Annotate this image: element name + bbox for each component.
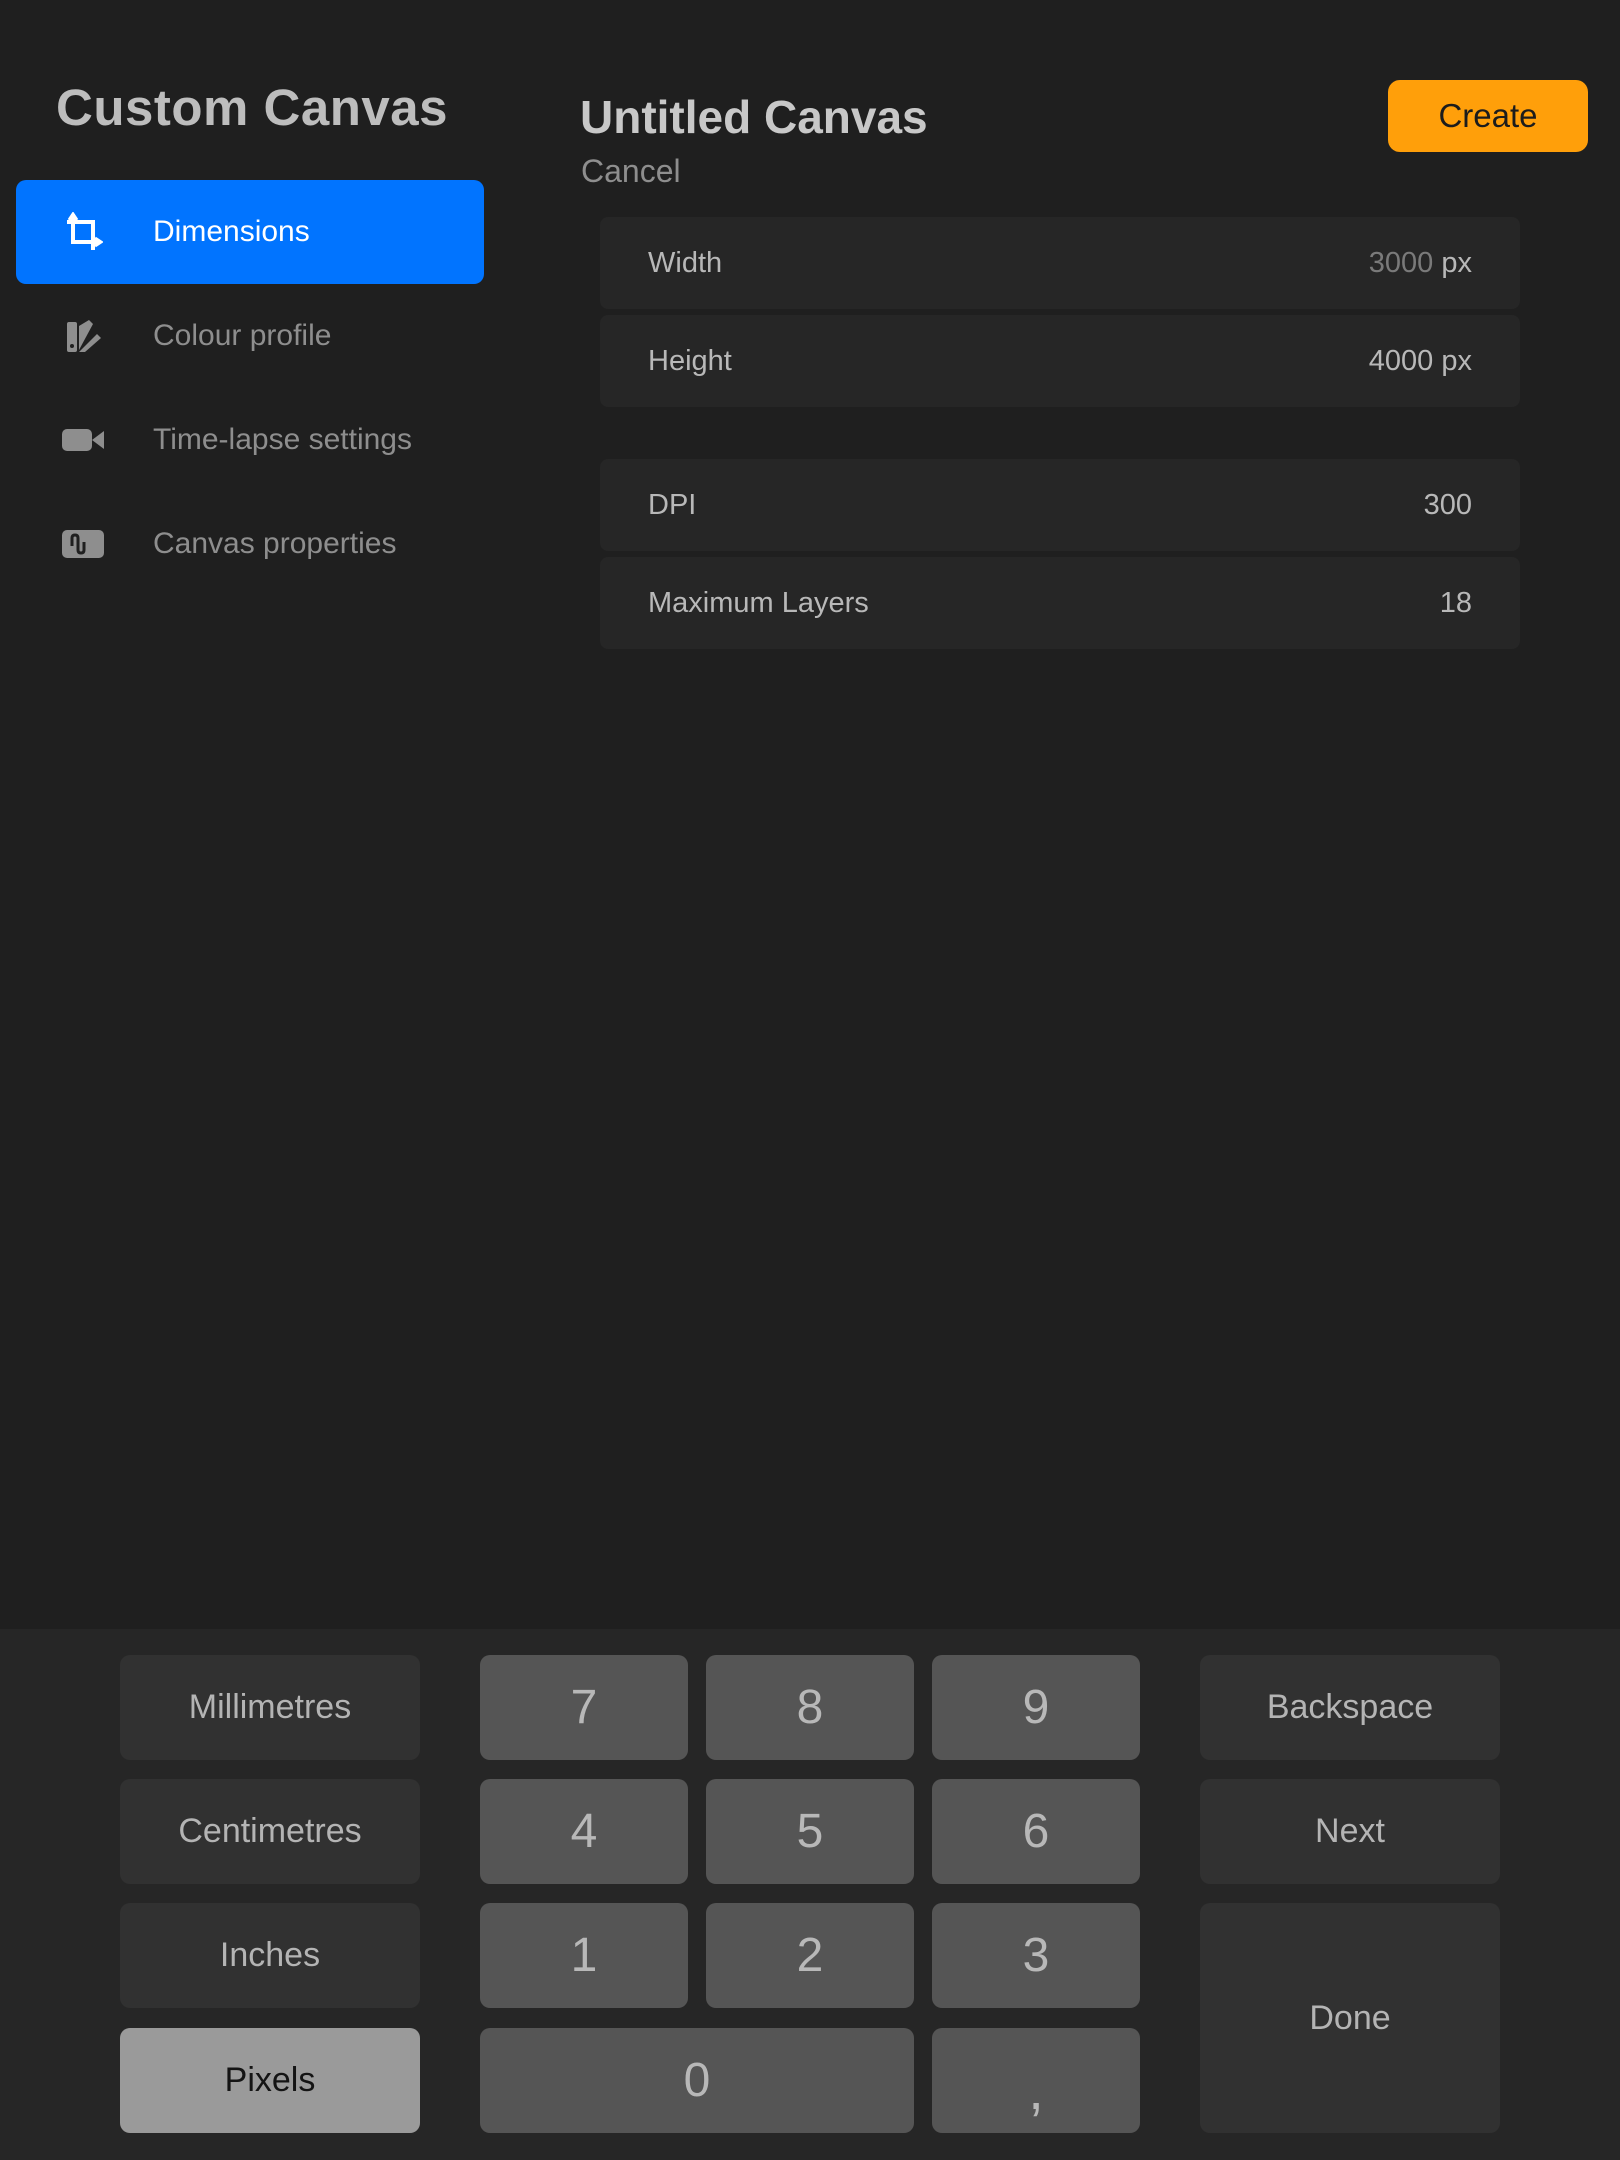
crop-icon xyxy=(58,207,108,257)
sidebar-item-dimensions[interactable]: Dimensions xyxy=(16,180,484,284)
sidebar-item-label: Canvas properties xyxy=(153,527,397,560)
key-4[interactable]: 4 xyxy=(480,1779,688,1884)
sidebar-item-label: Time-lapse settings xyxy=(153,423,412,456)
unit-centimetres-button[interactable]: Centimetres xyxy=(120,1779,420,1884)
max-layers-field[interactable]: Maximum Layers 18 xyxy=(600,557,1520,649)
next-button[interactable]: Next xyxy=(1200,1779,1500,1884)
sidebar-item-canvas-properties[interactable]: Canvas properties xyxy=(16,492,484,596)
key-0[interactable]: 0 xyxy=(480,2028,914,2133)
sidebar-item-colour-profile[interactable]: Colour profile xyxy=(16,284,484,388)
unit-inches-button[interactable]: Inches xyxy=(120,1903,420,2008)
key-5[interactable]: 5 xyxy=(706,1779,914,1884)
max-layers-value: 18 xyxy=(1439,586,1472,619)
page-title[interactable]: Untitled Canvas xyxy=(580,90,928,144)
sidebar-item-label: Dimensions xyxy=(153,215,310,248)
sidebar-item-time-lapse-settings[interactable]: Time-lapse settings xyxy=(16,388,484,492)
width-field[interactable]: Width 3000 px xyxy=(600,217,1520,309)
sidebar-title: Custom Canvas xyxy=(56,79,448,136)
sidebar: Custom Canvas Dimensions Colour profile xyxy=(0,0,498,1629)
unit-millimetres-button[interactable]: Millimetres xyxy=(120,1655,420,1760)
key-3[interactable]: 3 xyxy=(932,1903,1140,2008)
height-label: Height xyxy=(648,344,732,377)
dpi-label: DPI xyxy=(648,488,697,521)
key-2[interactable]: 2 xyxy=(706,1903,914,2008)
waveform-icon xyxy=(58,519,108,569)
key-9[interactable]: 9 xyxy=(932,1655,1140,1760)
create-button[interactable]: Create xyxy=(1388,80,1588,152)
height-value: 4000 px xyxy=(1368,344,1472,377)
video-camera-icon xyxy=(58,415,108,465)
dpi-field[interactable]: DPI 300 xyxy=(600,459,1520,551)
width-label: Width xyxy=(648,246,723,279)
sidebar-item-label: Colour profile xyxy=(153,319,332,352)
swatch-fan-icon xyxy=(58,311,108,361)
height-field[interactable]: Height 4000 px xyxy=(600,315,1520,407)
unit-pixels-button[interactable]: Pixels xyxy=(120,2028,420,2133)
done-button[interactable]: Done xyxy=(1200,1903,1500,2133)
key-6[interactable]: 6 xyxy=(932,1779,1140,1884)
key-comma[interactable]: , xyxy=(932,2028,1140,2133)
max-layers-label: Maximum Layers xyxy=(648,586,869,619)
width-value: 3000 px xyxy=(1368,246,1472,279)
key-1[interactable]: 1 xyxy=(480,1903,688,2008)
dpi-value: 300 xyxy=(1423,488,1472,521)
key-7[interactable]: 7 xyxy=(480,1655,688,1760)
backspace-button[interactable]: Backspace xyxy=(1200,1655,1500,1760)
key-8[interactable]: 8 xyxy=(706,1655,914,1760)
cancel-button[interactable]: Cancel xyxy=(581,153,681,190)
